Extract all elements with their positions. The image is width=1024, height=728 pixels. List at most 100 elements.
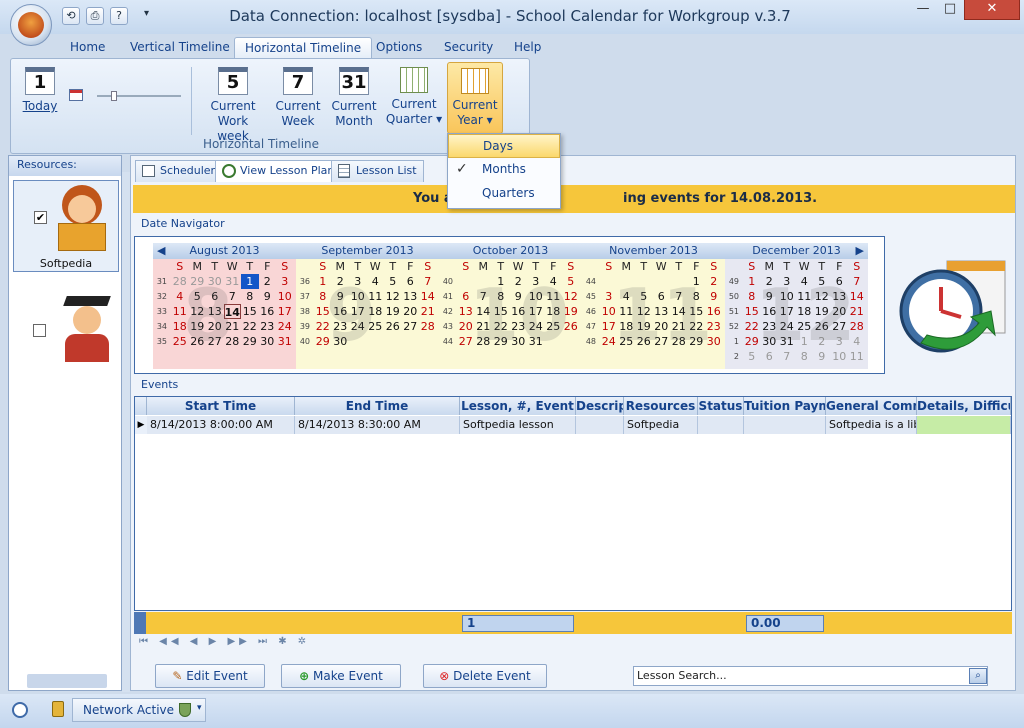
calendar-day[interactable]: 27 [402, 319, 420, 334]
column-header[interactable]: General Comme [826, 397, 917, 415]
calendar-day[interactable]: 21 [475, 319, 493, 334]
calendar-day[interactable]: 25 [545, 319, 563, 334]
calendar-day[interactable]: 28 [670, 334, 688, 349]
month-title[interactable]: August 2013 ◀ [153, 243, 296, 259]
calendar-day[interactable]: 4 [618, 289, 636, 304]
calendar-day[interactable]: 22 [688, 319, 706, 334]
calendar-day[interactable]: 10 [778, 289, 796, 304]
resource-checkbox[interactable] [33, 324, 46, 337]
refresh-icon[interactable] [12, 702, 28, 718]
calendar-day[interactable]: 12 [384, 289, 402, 304]
calendar-day[interactable]: 30 [510, 334, 528, 349]
calendar-day[interactable]: 12 [189, 304, 207, 319]
calendar-day[interactable]: 11 [848, 349, 866, 364]
calendar-day[interactable]: 13 [206, 304, 224, 319]
calendar-day[interactable]: 3 [831, 334, 849, 349]
calendar-day[interactable]: 11 [796, 289, 814, 304]
calendar-day[interactable]: 5 [635, 289, 653, 304]
calendar-day[interactable]: 5 [384, 274, 402, 289]
calendar-day[interactable]: 30 [259, 334, 277, 349]
calendar-day[interactable]: 28 [419, 319, 437, 334]
calendar-day[interactable]: 4 [367, 274, 385, 289]
calendar-day[interactable]: 19 [813, 304, 831, 319]
calendar-day[interactable]: 24 [600, 334, 618, 349]
calendar-day[interactable]: 6 [457, 289, 475, 304]
back-icon[interactable]: ⟲ [62, 7, 80, 25]
month-title[interactable]: October 2013 [439, 243, 582, 259]
month-title[interactable]: September 2013 [296, 243, 439, 259]
resource-checkbox[interactable]: ✔ [34, 211, 47, 224]
calendar-day[interactable]: 3 [527, 274, 545, 289]
table-cell[interactable] [744, 416, 826, 434]
calendar-day[interactable]: 16 [705, 304, 723, 319]
calendar-day[interactable]: 21 [848, 304, 866, 319]
calendar-day[interactable]: 7 [224, 289, 242, 304]
resources-scrollbar[interactable] [27, 674, 107, 688]
calendar-day[interactable]: 1 [241, 274, 259, 289]
dropdown-item-quarters[interactable]: Quarters [448, 182, 560, 206]
calendar-day[interactable]: 20 [402, 304, 420, 319]
calendar-day[interactable]: 9 [510, 289, 528, 304]
calendar-day[interactable]: 8 [314, 289, 332, 304]
calendar-day[interactable]: 31 [527, 334, 545, 349]
zoom-slider-thumb[interactable] [111, 91, 117, 101]
calendar-day[interactable]: 1 [796, 334, 814, 349]
calendar-day[interactable]: 19 [189, 319, 207, 334]
calendar-day[interactable]: 18 [367, 304, 385, 319]
current-week-button[interactable]: 7 Current Week [271, 67, 325, 129]
calendar-day[interactable]: 11 [618, 304, 636, 319]
table-cell[interactable] [917, 416, 1011, 434]
calendar-day[interactable]: 15 [688, 304, 706, 319]
column-header[interactable]: End Time [295, 397, 460, 415]
help-icon[interactable]: ? [110, 7, 128, 25]
calendar-day[interactable]: 4 [171, 289, 189, 304]
calendar-day[interactable]: 15 [743, 304, 761, 319]
dropdown-item-days[interactable]: Days [448, 134, 560, 158]
calendar-day[interactable]: 19 [384, 304, 402, 319]
calendar-day[interactable]: 17 [349, 304, 367, 319]
today-button[interactable]: 1 Today [17, 67, 63, 114]
calendar-day[interactable]: 1 [314, 274, 332, 289]
tab-security[interactable]: Security [434, 37, 503, 59]
calendar-day[interactable]: 9 [813, 349, 831, 364]
calendar-day[interactable]: 22 [314, 319, 332, 334]
column-header[interactable]: Tuition Payme [744, 397, 826, 415]
calendar-day[interactable]: 7 [475, 289, 493, 304]
current-quarter-button[interactable]: Current Quarter ▾ [385, 67, 443, 127]
calendar-day[interactable]: 30 [332, 334, 350, 349]
calendar-day[interactable]: 12 [813, 289, 831, 304]
calendar-day[interactable]: 31 [778, 334, 796, 349]
calendar-day[interactable]: 10 [527, 289, 545, 304]
calendar-day[interactable]: 26 [635, 334, 653, 349]
calendar-day[interactable]: 16 [761, 304, 779, 319]
column-header[interactable]: Start Time [147, 397, 295, 415]
calendar-day[interactable]: 3 [778, 274, 796, 289]
calendar-day[interactable]: 6 [206, 289, 224, 304]
calendar-day[interactable]: 17 [276, 304, 294, 319]
column-header[interactable]: Lesson, #, Event [460, 397, 576, 415]
next-month-icon[interactable]: ▶ [856, 243, 864, 259]
calendar-day[interactable]: 28 [848, 319, 866, 334]
close-button[interactable]: ✕ [964, 0, 1020, 20]
calendar-day[interactable]: 9 [259, 289, 277, 304]
calendar-day[interactable]: 23 [510, 319, 528, 334]
calendar-day[interactable]: 10 [600, 304, 618, 319]
calendar-day[interactable]: 8 [241, 289, 259, 304]
current-month-button[interactable]: 31 Current Month [327, 67, 381, 129]
calendar-day[interactable]: 5 [743, 349, 761, 364]
tab-options[interactable]: Options [366, 37, 432, 59]
splitter[interactable] [122, 172, 130, 692]
calendar-day[interactable]: 6 [831, 274, 849, 289]
make-event-button[interactable]: ⊕ Make Event [281, 664, 401, 688]
calendar-day[interactable]: 14 [419, 289, 437, 304]
calendar-day[interactable]: 28 [171, 274, 189, 289]
calendar-day[interactable]: 7 [778, 349, 796, 364]
calendar-day[interactable]: 10 [349, 289, 367, 304]
tab-vertical-timeline[interactable]: Vertical Timeline [120, 37, 240, 59]
app-menu-button[interactable] [10, 4, 52, 46]
calendar-day[interactable]: 25 [618, 334, 636, 349]
calendar-day[interactable]: 8 [743, 289, 761, 304]
calendar-day[interactable]: 20 [457, 319, 475, 334]
customize-toolbar-icon[interactable]: ▾ [144, 8, 149, 19]
calendar-day[interactable]: 30 [206, 274, 224, 289]
